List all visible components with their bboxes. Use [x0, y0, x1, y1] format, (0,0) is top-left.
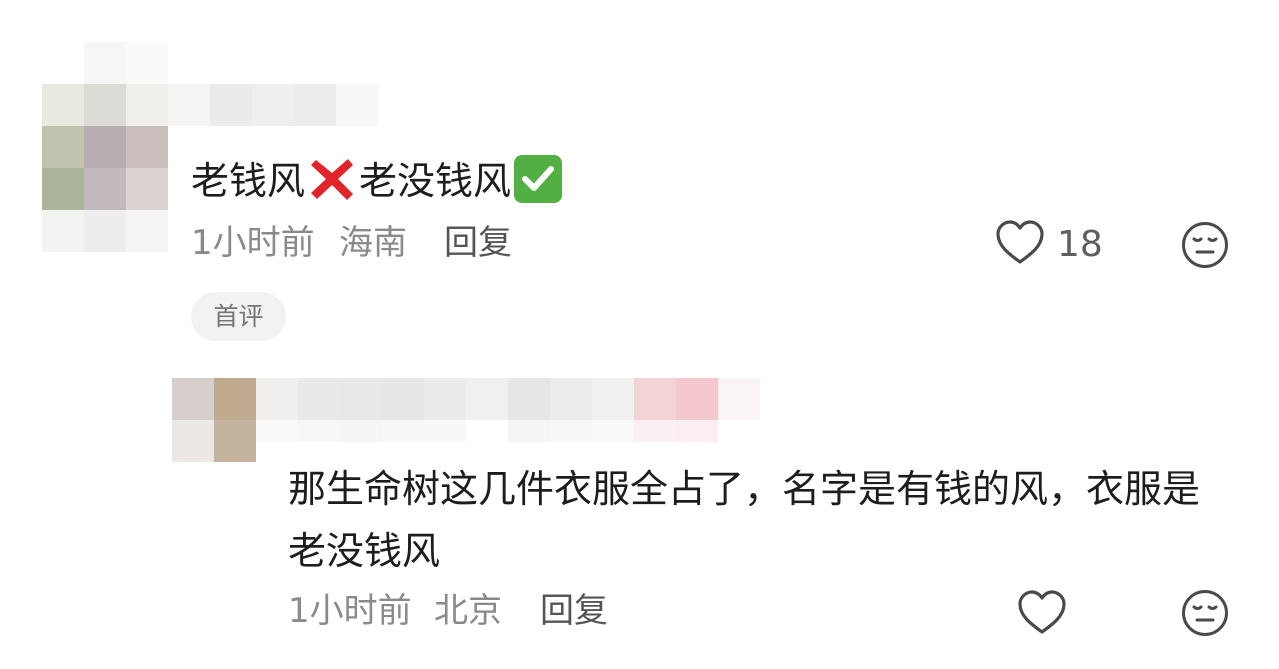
- reply-like-button[interactable]: [1017, 590, 1067, 640]
- like-button[interactable]: 18: [995, 220, 1103, 270]
- cross-mark-icon: [307, 154, 357, 204]
- first-comment-badge: 首评: [191, 292, 286, 341]
- check-mark-button-icon: [513, 154, 563, 204]
- avatar[interactable]: [42, 42, 168, 252]
- dislike-face-icon[interactable]: [1181, 221, 1229, 273]
- reply-reply-button[interactable]: 回复: [540, 593, 608, 629]
- comment-time: 1小时前: [191, 223, 315, 263]
- reply-button[interactable]: 回复: [444, 225, 512, 261]
- reply-text: 那生命树这几件衣服全占了，名字是有钱的风，衣服是老没钱风: [288, 467, 1201, 573]
- reply-location: 北京: [434, 591, 502, 631]
- heart-icon: [1017, 590, 1067, 640]
- reply-time: 1小时前: [288, 591, 412, 631]
- reply-avatar[interactable]: [172, 378, 256, 462]
- username[interactable]: [168, 84, 378, 126]
- like-count: 18: [1057, 224, 1103, 265]
- comment-text: 老钱风 老没钱风: [191, 154, 563, 204]
- reply-username[interactable]: [256, 378, 800, 442]
- comment-location: 海南: [339, 223, 407, 263]
- heart-icon: [995, 220, 1045, 270]
- reply-dislike-face-icon[interactable]: [1181, 589, 1229, 641]
